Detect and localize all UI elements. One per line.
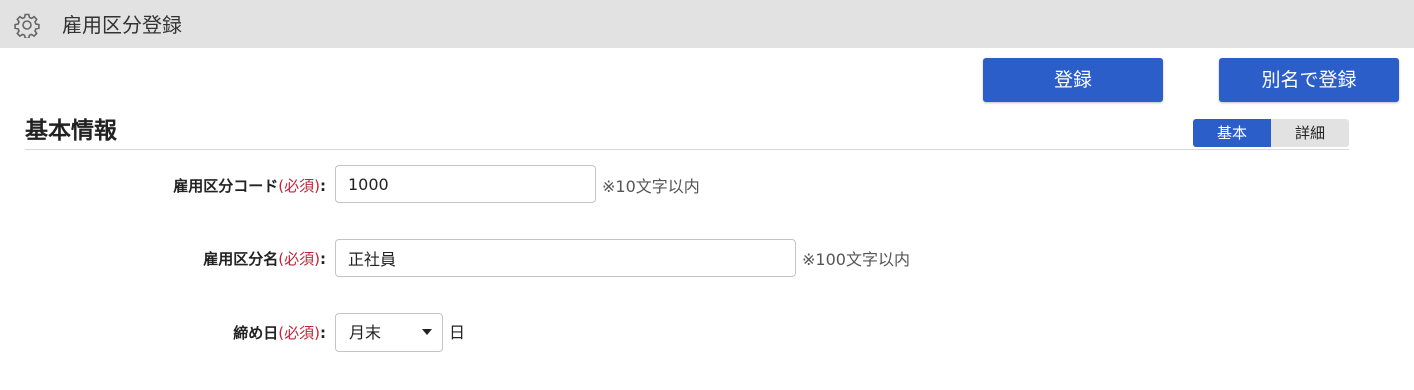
section-divider (25, 149, 1349, 150)
closing-day-unit: 日 (449, 323, 466, 342)
label-colon: : (320, 324, 326, 342)
page-title: 雇用区分登録 (62, 13, 182, 37)
closing-day-label-text: 締め日 (233, 324, 279, 342)
page: 雇用区分登録 登録 別名で登録 基本情報 基本 詳細 雇用区分コード(必須): … (0, 0, 1414, 390)
code-input[interactable] (335, 165, 596, 203)
register-button[interactable]: 登録 (983, 58, 1163, 102)
code-label-text: 雇用区分コード (173, 177, 279, 195)
tab-detail[interactable]: 詳細 (1271, 119, 1349, 147)
required-mark: (必須) (278, 250, 320, 268)
code-hint: ※10文字以内 (602, 177, 700, 196)
required-mark: (必須) (278, 177, 320, 195)
closing-day-select[interactable]: 月末 (335, 313, 443, 352)
register-as-new-button[interactable]: 別名で登録 (1219, 58, 1399, 102)
section-title: 基本情報 (25, 118, 117, 144)
closing-day-selected: 月末 (349, 323, 382, 342)
closing-day-label: 締め日(必須): (233, 323, 326, 343)
tab-basic[interactable]: 基本 (1193, 119, 1271, 147)
name-label: 雇用区分名(必須): (203, 249, 326, 269)
required-mark: (必須) (278, 324, 320, 342)
caret-down-icon (422, 329, 432, 335)
gear-icon[interactable] (14, 12, 40, 40)
code-label: 雇用区分コード(必須): (173, 176, 326, 196)
name-hint: ※100文字以内 (802, 250, 910, 269)
name-input[interactable] (335, 239, 796, 277)
header-bar: 雇用区分登録 (0, 0, 1414, 48)
view-toggle: 基本 詳細 (1193, 119, 1349, 147)
label-colon: : (320, 250, 326, 268)
label-colon: : (320, 177, 326, 195)
name-label-text: 雇用区分名 (203, 250, 279, 268)
